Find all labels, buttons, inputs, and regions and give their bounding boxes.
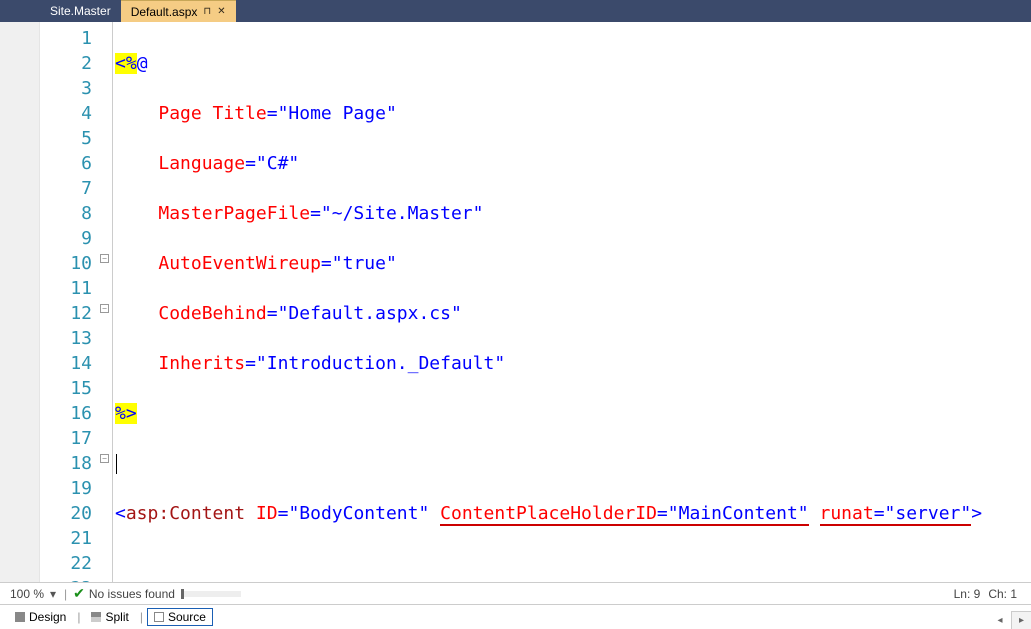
status-bar: 100 % ▾ | ✔ No issues found Ln: 9 Ch: 1 bbox=[0, 582, 1031, 604]
scroll-right-icon[interactable]: ▸ bbox=[1011, 611, 1031, 629]
fold-toggle[interactable]: − bbox=[100, 454, 109, 463]
zoom-level: 100 % bbox=[0, 587, 46, 601]
tab-default-aspx[interactable]: Default.aspx ⊓ ✕ bbox=[121, 0, 236, 22]
line-indicator: Ln: 9 bbox=[954, 587, 981, 601]
view-source[interactable]: Source bbox=[147, 608, 213, 626]
text-caret bbox=[116, 454, 117, 474]
code-surface[interactable]: <%@ Page Title="Home Page" Language="C#"… bbox=[112, 22, 1031, 582]
view-design[interactable]: Design bbox=[8, 608, 73, 626]
mini-scrollbar[interactable] bbox=[181, 591, 241, 597]
tab-label: Site.Master bbox=[50, 4, 111, 18]
editor: 123 456 789 101112 131415 161718 192021 … bbox=[0, 22, 1031, 582]
fold-toggle[interactable]: − bbox=[100, 254, 109, 263]
view-switch-bar: Design | Split | Source ◂ ▸ bbox=[0, 604, 1031, 629]
source-icon bbox=[154, 612, 164, 622]
scroll-left-icon[interactable]: ◂ bbox=[991, 611, 1009, 629]
fold-toggle[interactable]: − bbox=[100, 304, 109, 313]
tab-site-master[interactable]: Site.Master bbox=[40, 0, 121, 22]
zoom-dropdown[interactable]: ▾ bbox=[46, 587, 60, 601]
col-indicator: Ch: 1 bbox=[988, 587, 1017, 601]
pin-icon[interactable]: ⊓ bbox=[203, 6, 211, 17]
line-number-gutter: 123 456 789 101112 131415 161718 192021 … bbox=[40, 22, 100, 582]
design-icon bbox=[15, 612, 25, 622]
view-split[interactable]: Split bbox=[84, 608, 135, 626]
issues-label[interactable]: No issues found bbox=[89, 587, 175, 601]
check-icon: ✔ bbox=[73, 585, 85, 602]
close-icon[interactable]: ✕ bbox=[217, 6, 225, 17]
breakpoint-margin[interactable] bbox=[0, 22, 40, 582]
fold-gutter: − − − bbox=[100, 22, 112, 582]
tab-label: Default.aspx bbox=[131, 5, 198, 19]
tab-bar: Site.Master Default.aspx ⊓ ✕ bbox=[0, 0, 1031, 22]
split-icon bbox=[91, 612, 101, 622]
